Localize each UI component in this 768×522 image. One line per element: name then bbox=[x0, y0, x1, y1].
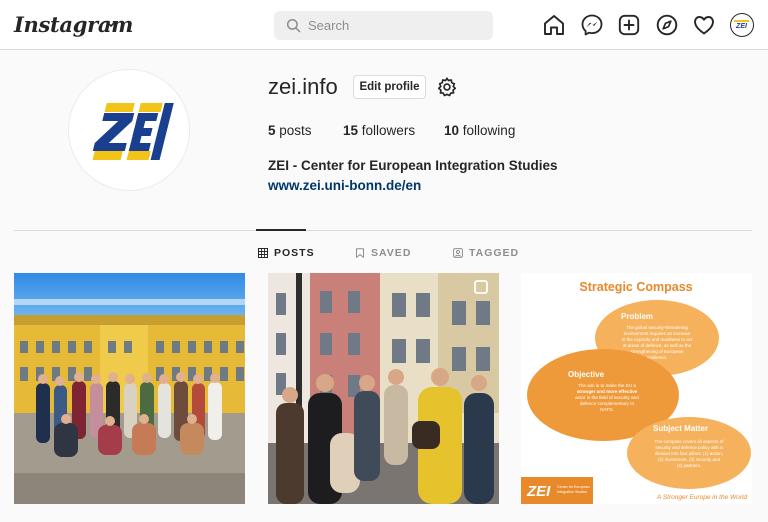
profile-picture[interactable] bbox=[68, 69, 190, 191]
followers-label: followers bbox=[361, 123, 416, 138]
subject-matter-title: Subject Matter bbox=[653, 424, 708, 433]
post-tile-street-group[interactable] bbox=[268, 273, 499, 504]
profile-avatar[interactable]: ZEI bbox=[730, 13, 754, 37]
post-image-street-group bbox=[268, 273, 499, 504]
post-tile-strategic-compass[interactable]: Strategic Compass Problem The global sec… bbox=[521, 273, 752, 504]
posts-count: 5 bbox=[268, 123, 276, 138]
home-icon[interactable] bbox=[542, 13, 566, 37]
svg-text:ZEI: ZEI bbox=[735, 23, 748, 30]
followers-count: 15 bbox=[343, 123, 359, 138]
profile-website-link[interactable]: www.zei.uni-bonn.de/en bbox=[268, 178, 421, 193]
problem-text-5: strengthening of European bbox=[630, 349, 684, 354]
bookmark-icon bbox=[356, 248, 364, 258]
following-count-stat[interactable]: 10 following bbox=[444, 123, 515, 138]
tab-tagged[interactable]: TAGGED bbox=[453, 246, 519, 260]
problem-text-4: at areas of defence, as well as the bbox=[623, 343, 692, 348]
problem-text-3: in the capacity and readiness to act bbox=[622, 337, 693, 342]
objective-text-3: actor in the field of security and bbox=[575, 395, 639, 400]
problem-text-1: The global security-threatening bbox=[626, 325, 688, 330]
zei-mini-logo: ZEI bbox=[734, 20, 749, 30]
following-count: 10 bbox=[444, 123, 460, 138]
followers-count-stat[interactable]: 15 followers bbox=[343, 123, 415, 138]
activity-heart-icon[interactable] bbox=[692, 13, 716, 37]
subject-text-1: The compass covers all aspects of bbox=[654, 439, 724, 444]
tab-tagged-label: TAGGED bbox=[469, 247, 520, 259]
footer-zei-logo: ZEI bbox=[526, 483, 551, 500]
edit-profile-button[interactable]: Edit profile bbox=[353, 75, 426, 99]
posts-label: posts bbox=[279, 123, 312, 138]
posts-count-stat[interactable]: 5 posts bbox=[268, 123, 312, 138]
search-box[interactable] bbox=[274, 11, 493, 40]
tabs-divider bbox=[14, 230, 752, 231]
subject-text-4: (2) investment, (3) security and bbox=[658, 457, 721, 462]
tagged-icon bbox=[453, 248, 463, 258]
objective-text-2: stronger and more effective bbox=[577, 389, 638, 394]
problem-text-2: environment requires an increase bbox=[624, 331, 691, 336]
active-tab-indicator bbox=[256, 229, 306, 231]
profile-full-name: ZEI - Center for European Integration St… bbox=[268, 158, 558, 173]
messenger-icon[interactable] bbox=[580, 13, 604, 37]
objective-text-1: The aim is to make the EU a bbox=[578, 383, 636, 388]
objective-text-5: NATO. bbox=[600, 407, 614, 412]
settings-gear-icon[interactable] bbox=[436, 76, 458, 98]
subject-text-5: (4) partners. bbox=[677, 463, 702, 468]
chevron-down-icon[interactable] bbox=[104, 17, 118, 31]
compass-tagline: A Stronger Europe in the World bbox=[656, 494, 747, 501]
footer-org-line-2: Integration Studies bbox=[557, 490, 587, 494]
explore-icon[interactable] bbox=[655, 13, 679, 37]
post-tile-group-photo-palace[interactable] bbox=[14, 273, 245, 504]
tab-saved-label: SAVED bbox=[371, 247, 412, 259]
objective-text-4: defence complementary to bbox=[580, 401, 635, 406]
search-icon bbox=[286, 18, 301, 33]
post-strategic-compass-graphic: Strategic Compass Problem The global sec… bbox=[521, 273, 752, 504]
tab-saved[interactable]: SAVED bbox=[355, 246, 411, 260]
compass-title: Strategic Compass bbox=[579, 280, 692, 294]
top-navigation-bar: Instagram ZEI bbox=[0, 0, 768, 50]
zei-logo bbox=[92, 103, 174, 160]
footer-org-line-1: Center for European bbox=[557, 485, 590, 489]
search-input[interactable] bbox=[308, 11, 488, 40]
tab-posts[interactable]: POSTS bbox=[258, 246, 315, 260]
objective-title: Objective bbox=[568, 370, 605, 379]
profile-username: zei.info bbox=[268, 74, 338, 99]
new-post-icon[interactable] bbox=[617, 13, 641, 37]
problem-title: Problem bbox=[621, 312, 653, 321]
post-image-palace-group bbox=[14, 273, 245, 504]
following-label: following bbox=[462, 123, 516, 138]
subject-text-3: division into four pillars: (1) action, bbox=[655, 451, 723, 456]
grid-icon bbox=[258, 248, 268, 258]
tab-posts-label: POSTS bbox=[274, 247, 315, 259]
subject-text-2: security and defence policy with a bbox=[655, 445, 723, 450]
